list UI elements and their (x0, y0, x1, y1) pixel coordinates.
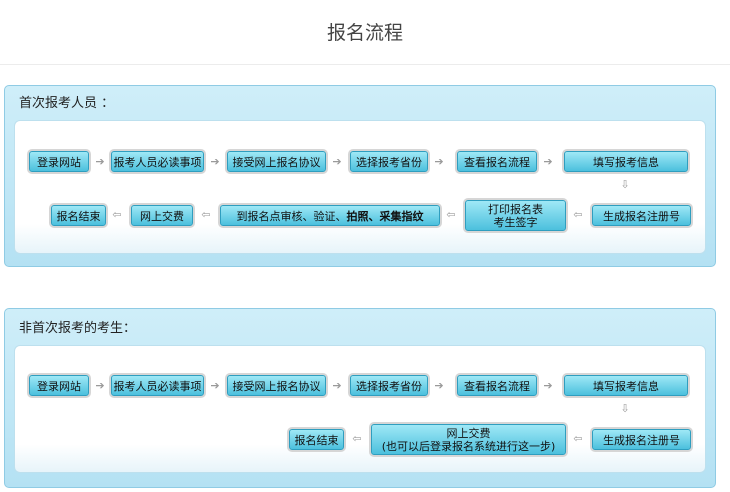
flow-step-pay-online: 网上交费 (也可以后登录报名系统进行这一步) (371, 424, 566, 455)
flow-step-select-province: 选择报考省份 (350, 375, 428, 396)
node-line: 网上交费 (446, 427, 491, 440)
arrow-right-icon: ➔ (332, 379, 342, 392)
arrow-down-icon: ⇩ (620, 402, 630, 415)
flow-step-print-form: 打印报名表 考生签字 (465, 200, 566, 231)
flow-step-view-process: 查看报名流程 (457, 375, 537, 396)
arrow-left-icon: ⇦ (112, 208, 122, 221)
arrow-right-icon: ➔ (434, 155, 444, 168)
node-text-bold: 拍照、采集指纹 (346, 210, 424, 223)
arrow-left-icon: ⇦ (446, 208, 456, 221)
flow-step-login: 登录网站 (29, 375, 89, 396)
arrow-right-icon: ➔ (95, 155, 105, 168)
node-line: 打印报名表 (488, 203, 543, 216)
node-text: 到报名点审核、验证、 (236, 210, 347, 223)
arrow-right-icon: ➔ (543, 379, 553, 392)
title-divider (0, 64, 730, 65)
page-title: 报名流程 (326, 22, 403, 44)
arrow-right-icon: ➔ (210, 155, 220, 168)
arrow-right-icon: ➔ (543, 155, 553, 168)
node-line: 考生签字 (493, 216, 538, 229)
flow-area: 登录网站 ➔ 报考人员必读事项 ➔ 接受网上报名协议 ➔ 选择报考省份 ➔ 查看… (14, 345, 706, 473)
flow-step-registration-number: 生成报名注册号 (592, 429, 691, 450)
flow-step-read-notice: 报考人员必读事项 (111, 375, 204, 396)
flow-step-fill-info: 填写报考信息 (564, 375, 688, 396)
flow-step-read-notice: 报考人员必读事项 (111, 151, 204, 172)
node-line: (也可以后登录报名系统进行这一步) (381, 440, 556, 453)
flow-area: 登录网站 ➔ 报考人员必读事项 ➔ 接受网上报名协议 ➔ 选择报考省份 ➔ 查看… (14, 120, 706, 254)
panel-title: 首次报考人员 ： (19, 96, 115, 111)
flow-step-finish: 报名结束 (289, 429, 344, 450)
arrow-left-icon: ⇦ (573, 208, 583, 221)
arrow-down-icon: ⇩ (620, 178, 630, 191)
panel-title: 非首次报考的考生： (19, 321, 137, 336)
arrow-right-icon: ➔ (332, 155, 342, 168)
flow-step-fill-info: 填写报考信息 (564, 151, 688, 172)
arrow-right-icon: ➔ (95, 379, 105, 392)
arrow-right-icon: ➔ (434, 379, 444, 392)
flow-step-finish: 报名结束 (51, 205, 106, 226)
flow-step-registration-number: 生成报名注册号 (592, 205, 691, 226)
flow-step-accept-agreement: 接受网上报名协议 (227, 151, 326, 172)
arrow-left-icon: ⇦ (352, 432, 362, 445)
flow-step-pay-online: 网上交费 (131, 205, 193, 226)
arrow-left-icon: ⇦ (573, 432, 583, 445)
flow-step-login: 登录网站 (29, 151, 89, 172)
arrow-right-icon: ➔ (210, 379, 220, 392)
flow-step-select-province: 选择报考省份 (350, 151, 428, 172)
flow-step-view-process: 查看报名流程 (457, 151, 537, 172)
flow-step-accept-agreement: 接受网上报名协议 (227, 375, 326, 396)
first-time-panel: 首次报考人员 ： 登录网站 ➔ 报考人员必读事项 ➔ 接受网上报名协议 ➔ 选择… (4, 85, 716, 267)
arrow-left-icon: ⇦ (201, 208, 211, 221)
flow-step-verify-at-site: 到报名点审核、验证、拍照、采集指纹 (220, 205, 440, 226)
returning-panel: 非首次报考的考生： 登录网站 ➔ 报考人员必读事项 ➔ 接受网上报名协议 ➔ 选… (4, 308, 716, 488)
